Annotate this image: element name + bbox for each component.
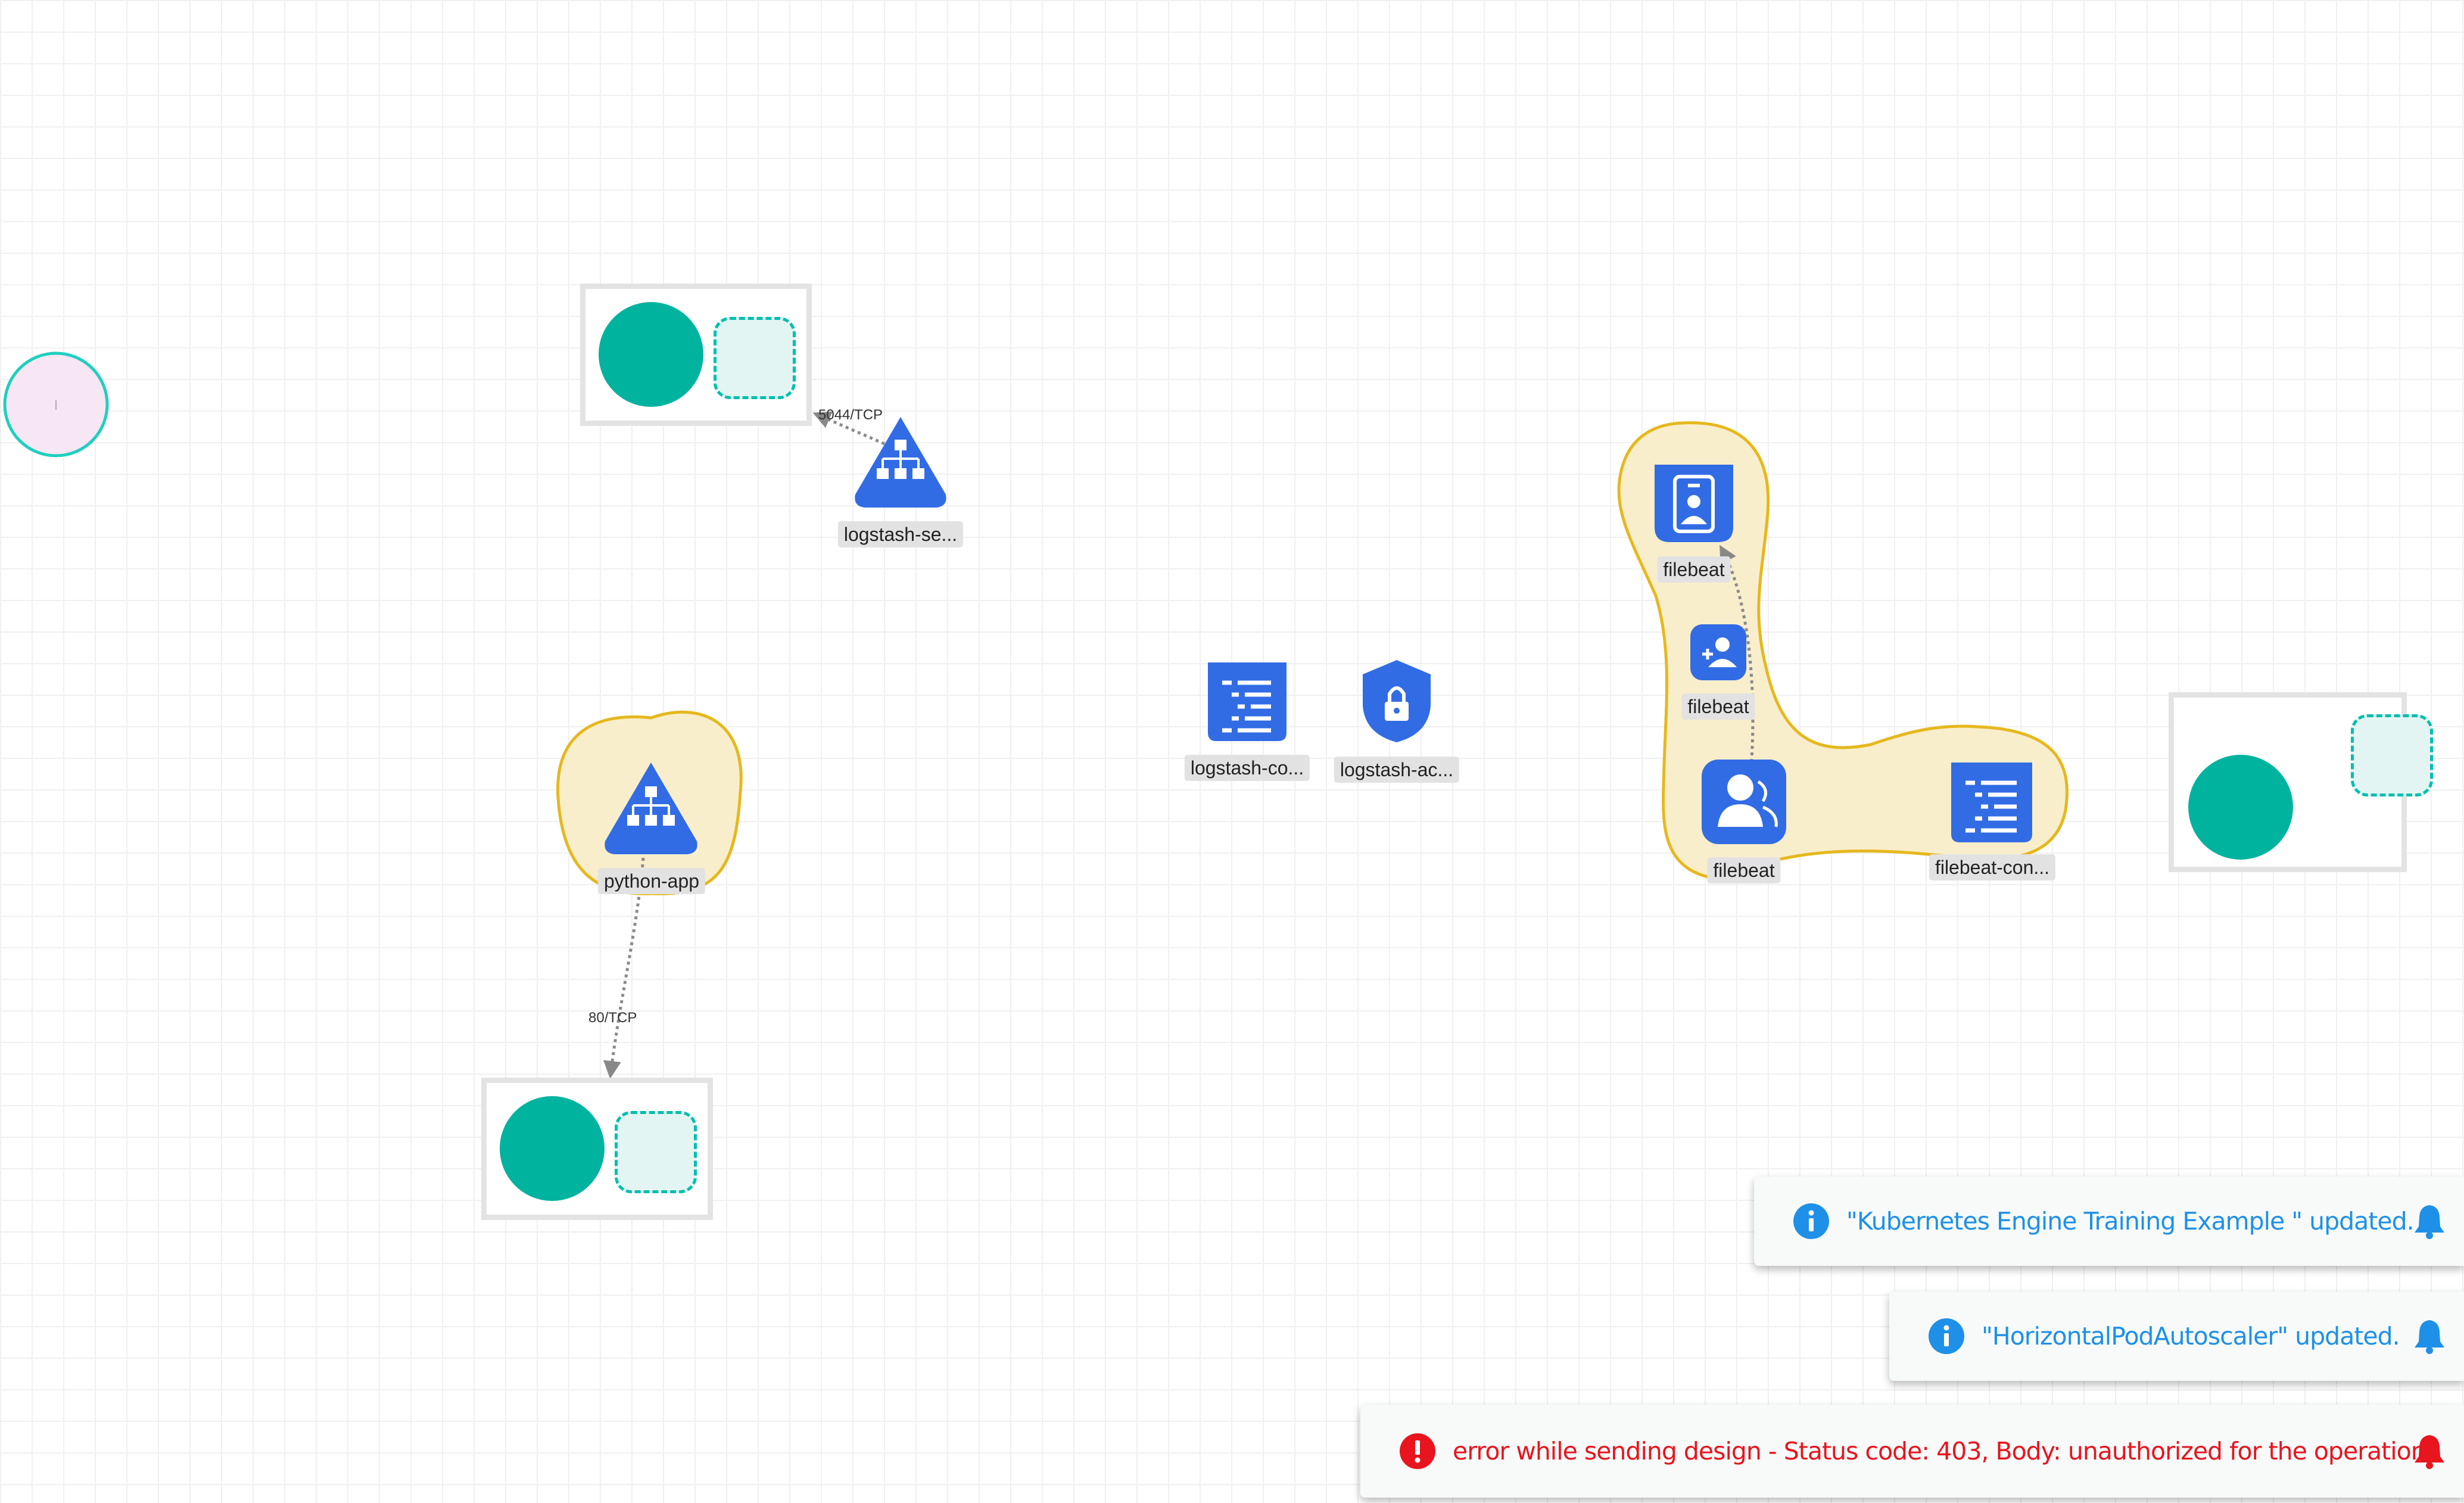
node-label-filebeat-binding[interactable]: filebeat (1681, 693, 1755, 720)
configmap-icon[interactable] (1208, 662, 1286, 741)
node-label-logstash-configmap[interactable]: logstash-co... (1184, 755, 1310, 781)
pod-placeholder (615, 1111, 697, 1193)
notification-toast[interactable]: "Kubernetes Engine Training Example " up… (1754, 1177, 2464, 1266)
deployment-node[interactable] (2169, 692, 2433, 872)
shield-lock-icon[interactable] (1363, 660, 1431, 742)
edge-port-label: 80/TCP (588, 1010, 637, 1026)
node-label-python-app[interactable]: python-app (597, 868, 706, 894)
service-account-icon[interactable] (1702, 760, 1786, 844)
notification-message: "HorizontalPodAutoscaler" updated. (1982, 1322, 2400, 1350)
deployment-node[interactable] (481, 1078, 713, 1220)
notification-message: error while sending design - Status code… (1453, 1437, 2426, 1465)
node-label-filebeat-role[interactable]: filebeat (1657, 556, 1731, 583)
design-canvas[interactable] (0, 0, 2464, 1503)
configmap-icon[interactable] (1951, 763, 2032, 842)
pod-circle (599, 302, 703, 407)
notification-message: "Kubernetes Engine Training Example " up… (1846, 1207, 2415, 1236)
error-icon (1400, 1433, 1435, 1469)
bell-icon[interactable] (2413, 1433, 2446, 1470)
pod-circle (500, 1096, 605, 1201)
role-binding-icon[interactable] (1690, 624, 1746, 680)
notification-toast[interactable]: "HorizontalPodAutoscaler" updated. (1889, 1292, 2464, 1381)
pod-circle (2188, 755, 2293, 860)
empty-circle-node[interactable] (3, 351, 109, 458)
pod-placeholder (714, 317, 796, 399)
edge-port-label: 5044/TCP (818, 407, 883, 423)
error-toast[interactable]: error while sending design - Status code… (1360, 1405, 2464, 1498)
node-label-filebeat-account[interactable]: filebeat (1707, 857, 1781, 883)
pod-placeholder (2351, 714, 2433, 796)
node-label-logstash-account[interactable]: logstash-ac... (1334, 757, 1460, 783)
info-icon (1929, 1318, 1964, 1354)
node-label-filebeat-configmap[interactable]: filebeat-con... (1929, 854, 2056, 880)
service-icon[interactable] (855, 417, 946, 508)
info-icon (1793, 1203, 1829, 1239)
node-label-logstash-service[interactable]: logstash-se... (837, 521, 964, 547)
bell-icon[interactable] (2413, 1318, 2446, 1355)
deployment-node[interactable] (580, 284, 812, 426)
role-badge-icon[interactable] (1655, 465, 1733, 542)
bell-icon[interactable] (2413, 1203, 2446, 1240)
